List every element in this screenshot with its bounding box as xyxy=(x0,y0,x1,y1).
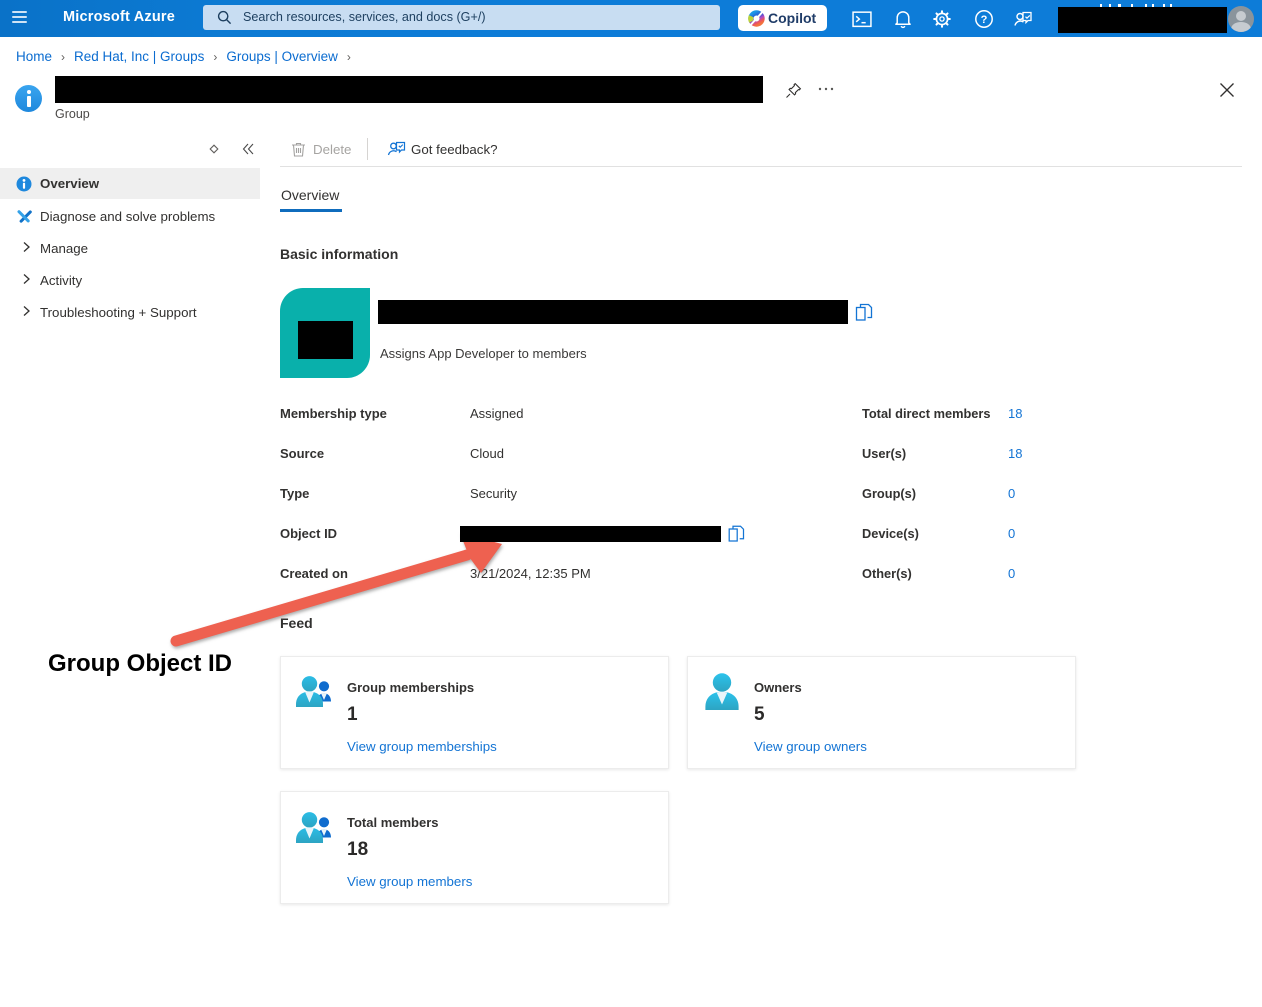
svg-text:?: ? xyxy=(981,14,988,26)
